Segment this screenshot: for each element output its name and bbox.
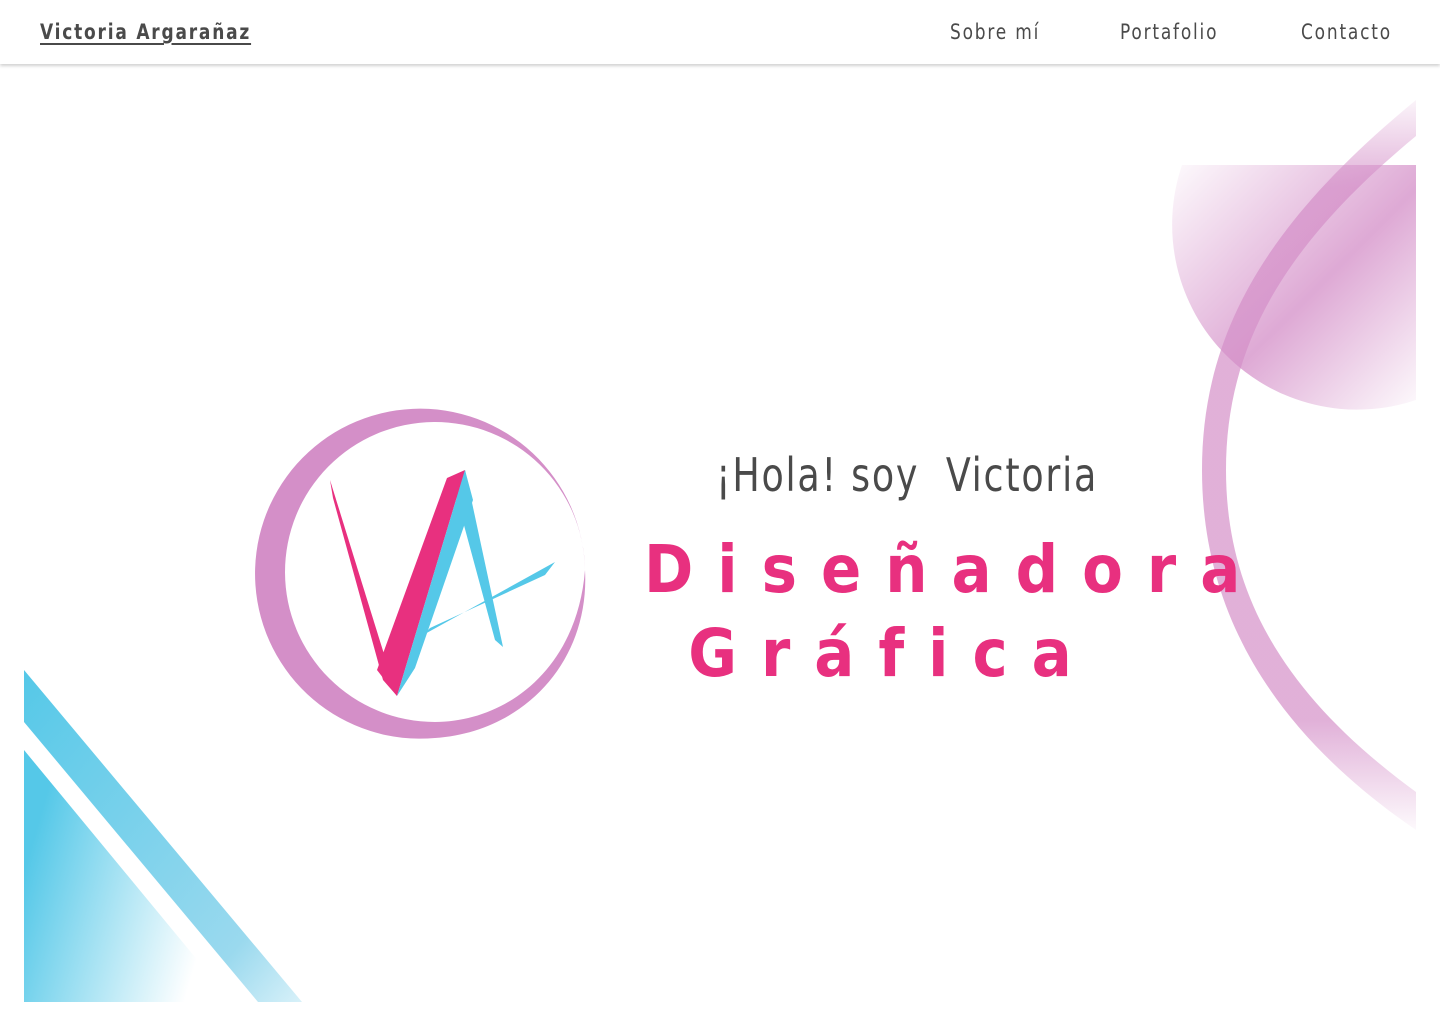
logo-v-right [377,470,465,696]
hero-greeting: ¡Hola! soy Victoria [716,448,1099,502]
va-logo [255,408,586,739]
decorative-triangle [24,750,232,1002]
hero-title-line1: Diseñadora [644,531,1265,608]
site-header: Victoria Argarañaz Sobre mí Portafolio C… [0,0,1440,64]
hero-title: Diseñadora Gráfica [620,528,1265,696]
nav-link-about[interactable]: Sobre mí [950,20,1040,44]
nav-link-contact[interactable]: Contacto [1301,20,1392,44]
hero-title-line2: Gráfica [688,615,1096,692]
nav-link-portfolio[interactable]: Portafolio [1120,20,1218,44]
decorative-arcs-right [1172,100,1416,830]
logo-a-right-stroke [397,470,473,696]
brand-link[interactable]: Victoria Argarañaz [40,20,251,44]
decorative-half-circle [1172,165,1416,410]
